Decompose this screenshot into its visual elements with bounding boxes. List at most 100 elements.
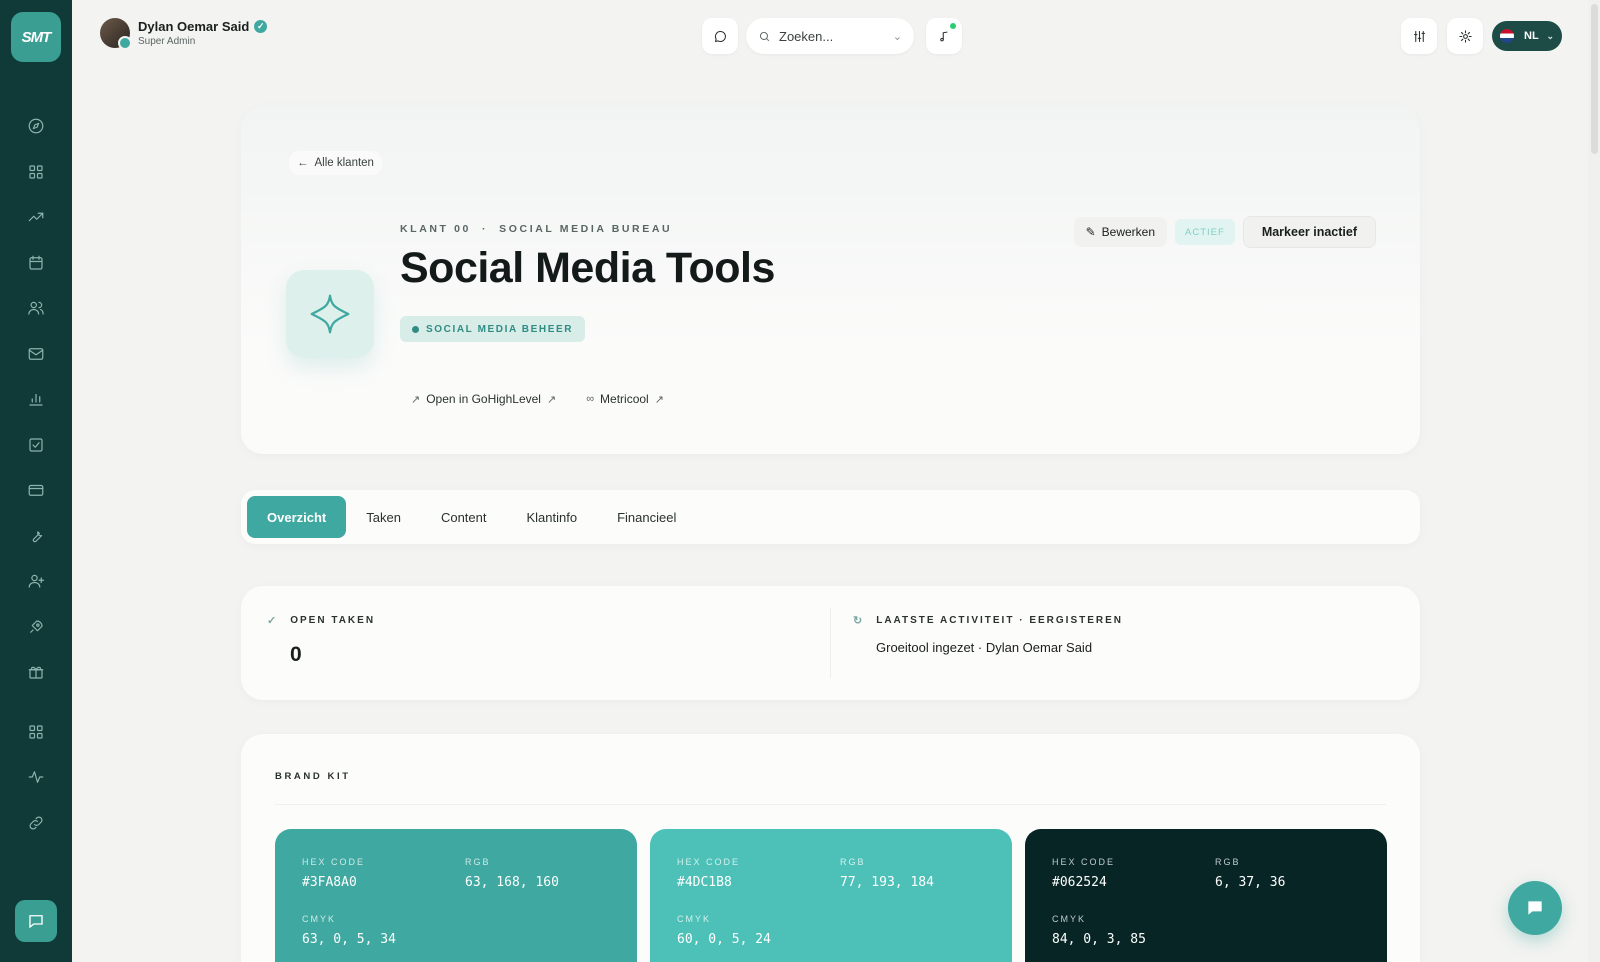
divider (830, 608, 831, 678)
open-tasks-label: OPEN TAKEN (290, 615, 376, 626)
language-code: NL (1524, 30, 1539, 42)
color-swatch[interactable]: HEX CODE #062524 RGB 6, 37, 36 CMYK 84, 0, … (1025, 829, 1387, 962)
color-swatch[interactable]: HEX CODE #3FA8A0 RGB 63, 168, 160 CMYK 63, … (275, 829, 637, 962)
client-eyebrow: KLANT 00 · SOCIAL MEDIA BUREAU (400, 223, 673, 235)
service-tag: SOCIAL MEDIA BEHEER (400, 316, 586, 342)
external-link-icon: ↗ (654, 393, 664, 406)
checkbox-icon[interactable] (18, 427, 54, 463)
cmyk-value: 63, 0, 5, 34 (302, 932, 396, 947)
cmyk-value: 60, 0, 5, 24 (677, 932, 771, 947)
client-tabs: Overzicht Taken Content Klantinfo Financ… (241, 490, 1420, 544)
message-icon (29, 915, 43, 929)
status-badge: ACTIEF (1175, 219, 1235, 245)
last-activity-text: Groeitool ingezet · Dylan Oemar Said (876, 640, 1093, 655)
arrow-left-icon: ← (297, 157, 309, 169)
edit-button[interactable]: ✎ Bewerken (1073, 217, 1168, 247)
rgb-value: 6, 37, 36 (1215, 875, 1286, 890)
brand-kit-title: BRAND KIT (275, 771, 351, 782)
gift-icon[interactable] (18, 654, 54, 690)
last-activity-label: LAATSTE ACTIVITEIT · EERGISTEREN (876, 615, 1124, 626)
client-actions: ✎ Bewerken ACTIEF Markeer inactief (1073, 216, 1376, 248)
mail-icon[interactable] (18, 336, 54, 372)
rgb-label: RGB (840, 857, 866, 867)
trending-up-icon[interactable] (18, 199, 54, 235)
sidebar-chat-button[interactable] (15, 900, 57, 942)
mark-inactive-button[interactable]: Markeer inactief (1242, 216, 1376, 248)
search-bar[interactable]: ⌄ (746, 18, 914, 54)
client-hero-card: ← Alle klanten KLANT 00 · SOCIAL MEDIA B… (241, 106, 1420, 454)
cmyk-value: 84, 0, 3, 85 (1052, 932, 1146, 947)
tab-overzicht[interactable]: Overzicht (247, 496, 347, 538)
scrollbar-thumb[interactable] (1591, 4, 1598, 154)
tab-financieel[interactable]: Financieel (597, 496, 696, 538)
chevron-down-icon: ⌄ (1546, 30, 1554, 41)
cmyk-label: CMYK (1052, 914, 1087, 924)
metricool-link[interactable]: ∞ Metricool ↗ (586, 392, 664, 406)
chat-button[interactable] (702, 18, 738, 54)
wrench-icon[interactable] (18, 518, 54, 554)
edit-button-label: Bewerken (1101, 225, 1156, 239)
back-link[interactable]: ← Alle klanten (289, 151, 382, 175)
stats-card: ✓ OPEN TAKEN 0 ↻ LAATSTE ACTIVITEIT · EERG… (241, 586, 1420, 700)
tab-content[interactable]: Content (421, 496, 507, 538)
cmyk-label: CMYK (302, 914, 337, 924)
activity-icon[interactable] (18, 759, 54, 795)
page-title: Social Media Tools (400, 244, 775, 292)
search-input[interactable] (779, 28, 879, 44)
tab-klantinfo[interactable]: Klantinfo (507, 496, 598, 538)
sliders-icon (1413, 30, 1425, 42)
music-note-icon (939, 31, 948, 41)
chat-fab-button[interactable] (1508, 881, 1562, 935)
rgb-label: RGB (465, 857, 491, 867)
message-circle-icon (714, 30, 726, 42)
scrollbar[interactable] (1588, 0, 1600, 962)
back-link-label: Alle klanten (314, 157, 374, 169)
status-dot (950, 23, 956, 29)
open-tasks-stat: ✓ OPEN TAKEN 0 (267, 614, 375, 667)
gohighlevel-link-label: Open in GoHighLevel (426, 392, 541, 406)
music-button[interactable] (926, 18, 962, 54)
sidebar-nav (18, 108, 54, 850)
calendar-icon[interactable] (18, 245, 54, 281)
filters-button[interactable] (1401, 18, 1437, 54)
external-links: ↗ Open in GoHighLevel ↗ ∞ Metricool ↗ (411, 392, 664, 406)
rgb-label: RGB (1215, 857, 1241, 867)
users-icon[interactable] (18, 290, 54, 326)
tab-taken[interactable]: Taken (346, 496, 421, 538)
language-switcher[interactable]: NL ⌄ (1492, 21, 1562, 51)
flag-nl-icon (1500, 29, 1514, 43)
divider (275, 804, 1386, 805)
arrow-up-right-icon: ↗ (411, 393, 421, 406)
settings-button[interactable] (1447, 18, 1483, 54)
rgb-value: 63, 168, 160 (465, 875, 559, 890)
tag-dot (412, 325, 419, 333)
user-plus-icon[interactable] (18, 563, 54, 599)
chevron-down-icon: ⌄ (892, 30, 902, 43)
color-swatch[interactable]: HEX CODE #4DC1B8 RGB 77, 193, 184 CMYK 60, … (650, 829, 1012, 962)
gohighlevel-link[interactable]: ↗ Open in GoHighLevel ↗ (411, 392, 556, 406)
refresh-icon: ↻ (853, 615, 865, 627)
verified-icon: ✓ (254, 20, 268, 33)
user-role: Super Admin (138, 36, 196, 47)
chat-bubble-icon (1528, 901, 1542, 915)
hex-value: #3FA8A0 (302, 875, 357, 890)
client-logo (286, 270, 374, 358)
app-logo[interactable]: SMT (11, 12, 61, 62)
sparkle-icon (310, 294, 350, 334)
rocket-icon[interactable] (18, 609, 54, 645)
grid-icon[interactable] (18, 154, 54, 190)
sidebar: SMT (0, 0, 72, 962)
apps-icon[interactable] (18, 714, 54, 750)
external-link-icon: ↗ (546, 393, 557, 406)
hex-value: #4DC1B8 (677, 875, 732, 890)
credit-card-icon[interactable] (18, 472, 54, 508)
compass-icon[interactable] (18, 108, 54, 144)
service-tag-label: SOCIAL MEDIA BEHEER (426, 323, 574, 335)
link-icon[interactable] (18, 805, 54, 841)
hex-label: HEX CODE (1052, 857, 1116, 867)
bar-chart-icon[interactable] (18, 381, 54, 417)
cmyk-label: CMYK (677, 914, 712, 924)
avatar (100, 18, 132, 50)
user-profile[interactable]: Dylan Oemar Said ✓ Super Admin (100, 18, 268, 50)
infinity-icon: ∞ (586, 393, 595, 405)
